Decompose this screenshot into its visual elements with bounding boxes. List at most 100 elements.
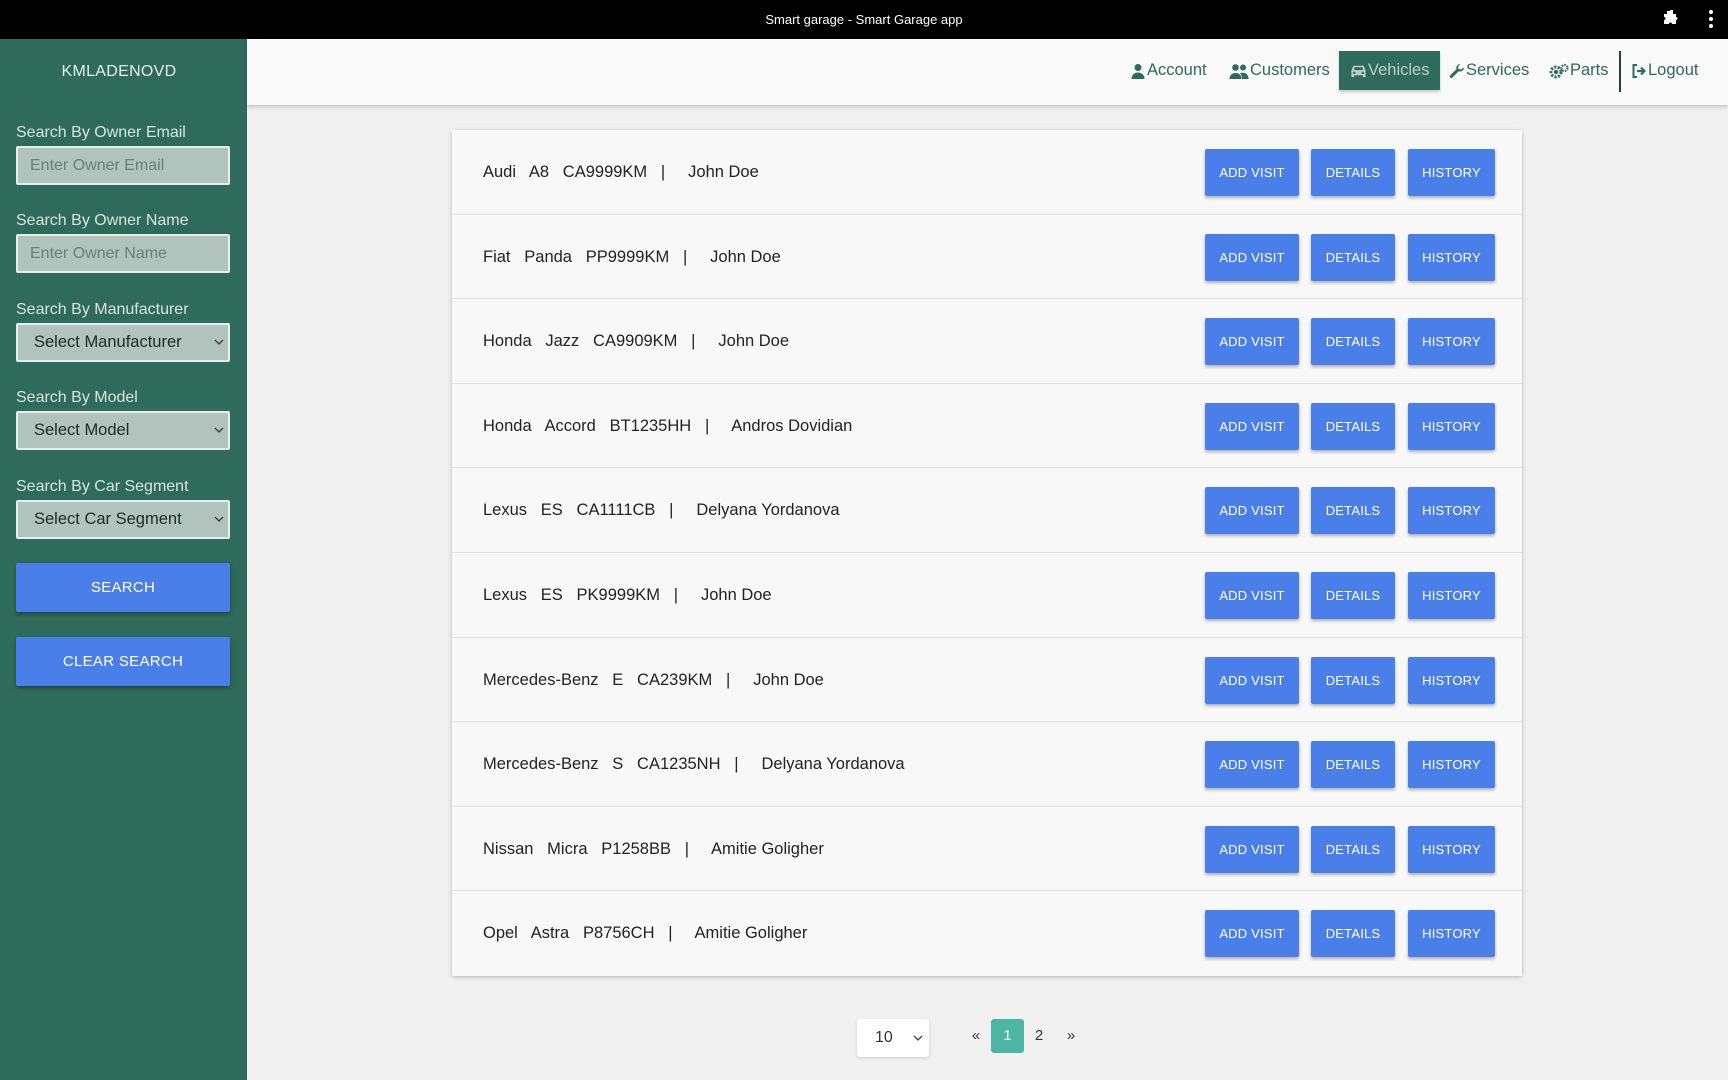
- add-visit-button[interactable]: ADD VISIT: [1205, 656, 1299, 704]
- vehicle-row: Lexus ES CA1111CB | Delyana Yordanova AD…: [452, 468, 1522, 553]
- vehicle-list: Audi A8 CA9999KM | John Doe ADD VISIT DE…: [452, 130, 1522, 976]
- gears-icon: [1549, 63, 1569, 78]
- vehicle-info: Opel Astra P8756CH | Amitie Goligher: [483, 924, 808, 943]
- puzzle-icon[interactable]: [1660, 10, 1678, 28]
- add-visit-button[interactable]: ADD VISIT: [1205, 149, 1299, 196]
- nav-account-label: Account: [1147, 61, 1207, 79]
- vehicle-info: Lexus ES CA1111CB | Delyana Yordanova: [483, 501, 840, 520]
- vehicle-info: Mercedes-Benz E CA239KM | John Doe: [483, 670, 824, 689]
- nav-customers-label: Customers: [1250, 61, 1330, 79]
- history-button[interactable]: HISTORY: [1408, 318, 1495, 366]
- nav-customers[interactable]: Customers: [1227, 51, 1332, 90]
- owner-email-input[interactable]: [16, 146, 230, 185]
- model-select[interactable]: Select Model: [16, 411, 230, 450]
- vehicle-row: Audi A8 CA9999KM | John Doe ADD VISIT DE…: [452, 130, 1522, 215]
- vehicle-info: Mercedes-Benz S CA1235NH | Delyana Yorda…: [483, 755, 905, 774]
- user-icon: [1131, 63, 1145, 79]
- add-visit-button[interactable]: ADD VISIT: [1205, 233, 1299, 281]
- details-button[interactable]: DETAILS: [1311, 487, 1395, 535]
- nav-divider: [1619, 51, 1621, 92]
- history-button[interactable]: HISTORY: [1408, 656, 1495, 704]
- segment-label: Search By Car Segment: [16, 478, 189, 495]
- vehicle-row: Mercedes-Benz S CA1235NH | Delyana Yorda…: [452, 722, 1522, 807]
- nav-services-label: Services: [1466, 61, 1530, 79]
- nav-logout[interactable]: Logout: [1629, 51, 1700, 90]
- chevron-down-icon: [214, 427, 224, 433]
- history-button[interactable]: HISTORY: [1408, 910, 1495, 958]
- manufacturer-label: Search By Manufacturer: [16, 301, 189, 318]
- vehicle-info: Fiat Panda PP9999KM | John Doe: [483, 247, 781, 266]
- details-button[interactable]: DETAILS: [1311, 656, 1395, 704]
- vehicle-info: Nissan Micra P1258BB | Amitie Goligher: [483, 839, 824, 858]
- window-title: Smart garage - Smart Garage app: [765, 12, 963, 27]
- details-button[interactable]: DETAILS: [1311, 825, 1395, 873]
- chevron-down-icon: [913, 1035, 923, 1041]
- wrench-icon: [1449, 63, 1464, 78]
- history-button[interactable]: HISTORY: [1408, 487, 1495, 535]
- history-button[interactable]: HISTORY: [1408, 571, 1495, 619]
- vehicle-info: Honda Jazz CA9909KM | John Doe: [483, 332, 790, 351]
- users-icon: [1229, 63, 1249, 79]
- owner-email-label: Search By Owner Email: [16, 124, 186, 141]
- add-visit-button[interactable]: ADD VISIT: [1205, 402, 1299, 450]
- vehicle-row: Fiat Panda PP9999KM | John Doe ADD VISIT…: [452, 214, 1522, 300]
- nav-parts-label: Parts: [1570, 61, 1609, 79]
- add-visit-button[interactable]: ADD VISIT: [1205, 571, 1299, 619]
- details-button[interactable]: DETAILS: [1311, 318, 1395, 366]
- details-button[interactable]: DETAILS: [1311, 402, 1395, 450]
- page-size-value: 10: [875, 1029, 893, 1046]
- nav-parts[interactable]: Parts: [1547, 51, 1611, 90]
- add-visit-button[interactable]: ADD VISIT: [1205, 487, 1299, 535]
- details-button[interactable]: DETAILS: [1311, 149, 1395, 196]
- nav-account[interactable]: Account: [1128, 51, 1209, 90]
- history-button[interactable]: HISTORY: [1408, 149, 1495, 196]
- vehicle-info: Honda Accord BT1235HH | Andros Dovidian: [483, 416, 853, 435]
- vehicle-row: Honda Accord BT1235HH | Andros Dovidian …: [452, 383, 1522, 469]
- details-button[interactable]: DETAILS: [1311, 910, 1395, 958]
- history-button[interactable]: HISTORY: [1408, 233, 1495, 281]
- nav-services[interactable]: Services: [1447, 51, 1531, 90]
- pagination-prev[interactable]: «: [966, 1019, 986, 1053]
- nav-logout-label: Logout: [1648, 61, 1699, 79]
- history-button[interactable]: HISTORY: [1408, 741, 1495, 789]
- chevron-down-icon: [214, 516, 224, 522]
- search-button[interactable]: SEARCH: [16, 563, 230, 612]
- vehicle-row: Opel Astra P8756CH | Amitie Goligher ADD…: [452, 891, 1522, 976]
- nav-vehicles-label: Vehicles: [1368, 61, 1430, 79]
- vehicle-info: Lexus ES PK9999KM | John Doe: [483, 585, 772, 604]
- details-button[interactable]: DETAILS: [1311, 741, 1395, 789]
- segment-select[interactable]: Select Car Segment: [16, 500, 230, 539]
- add-visit-button[interactable]: ADD VISIT: [1205, 910, 1299, 958]
- segment-select-value: Select Car Segment: [34, 510, 182, 528]
- details-button[interactable]: DETAILS: [1311, 571, 1395, 619]
- nav-vehicles[interactable]: Vehicles: [1339, 51, 1441, 90]
- add-visit-button[interactable]: ADD VISIT: [1205, 741, 1299, 789]
- vehicle-row: Honda Jazz CA9909KM | John Doe ADD VISIT…: [452, 299, 1522, 384]
- window-titlebar: Smart garage - Smart Garage app: [0, 0, 1728, 39]
- add-visit-button[interactable]: ADD VISIT: [1205, 318, 1299, 366]
- manufacturer-select[interactable]: Select Manufacturer: [16, 323, 230, 362]
- vehicle-row: Mercedes-Benz E CA239KM | John Doe ADD V…: [452, 637, 1522, 723]
- pagination-next[interactable]: »: [1061, 1019, 1081, 1053]
- details-button[interactable]: DETAILS: [1311, 233, 1395, 281]
- model-select-value: Select Model: [34, 421, 130, 439]
- add-visit-button[interactable]: ADD VISIT: [1205, 825, 1299, 873]
- page-size-select[interactable]: 10: [857, 1019, 929, 1057]
- model-label: Search By Model: [16, 389, 138, 406]
- vehicle-row: Lexus ES PK9999KM | John Doe ADD VISIT D…: [452, 552, 1522, 638]
- owner-name-input[interactable]: [16, 234, 230, 273]
- kebab-menu-icon[interactable]: [1708, 9, 1714, 29]
- vehicle-info: Audi A8 CA9999KM | John Doe: [483, 163, 759, 181]
- chevron-down-icon: [214, 339, 224, 345]
- pagination-page-1[interactable]: 1: [991, 1019, 1024, 1053]
- history-button[interactable]: HISTORY: [1408, 402, 1495, 450]
- vehicle-row: Nissan Micra P1258BB | Amitie Goligher A…: [452, 806, 1522, 892]
- pagination-page-2[interactable]: 2: [1029, 1019, 1049, 1053]
- logout-icon: [1632, 63, 1647, 78]
- username-label: KMLADENOVD: [61, 63, 177, 80]
- car-icon: [1351, 65, 1366, 77]
- owner-name-label: Search By Owner Name: [16, 212, 189, 229]
- clear-search-button[interactable]: CLEAR SEARCH: [16, 637, 230, 686]
- sidebar: KMLADENOVD Search By Owner Email Search …: [0, 39, 247, 1080]
- history-button[interactable]: HISTORY: [1408, 825, 1495, 873]
